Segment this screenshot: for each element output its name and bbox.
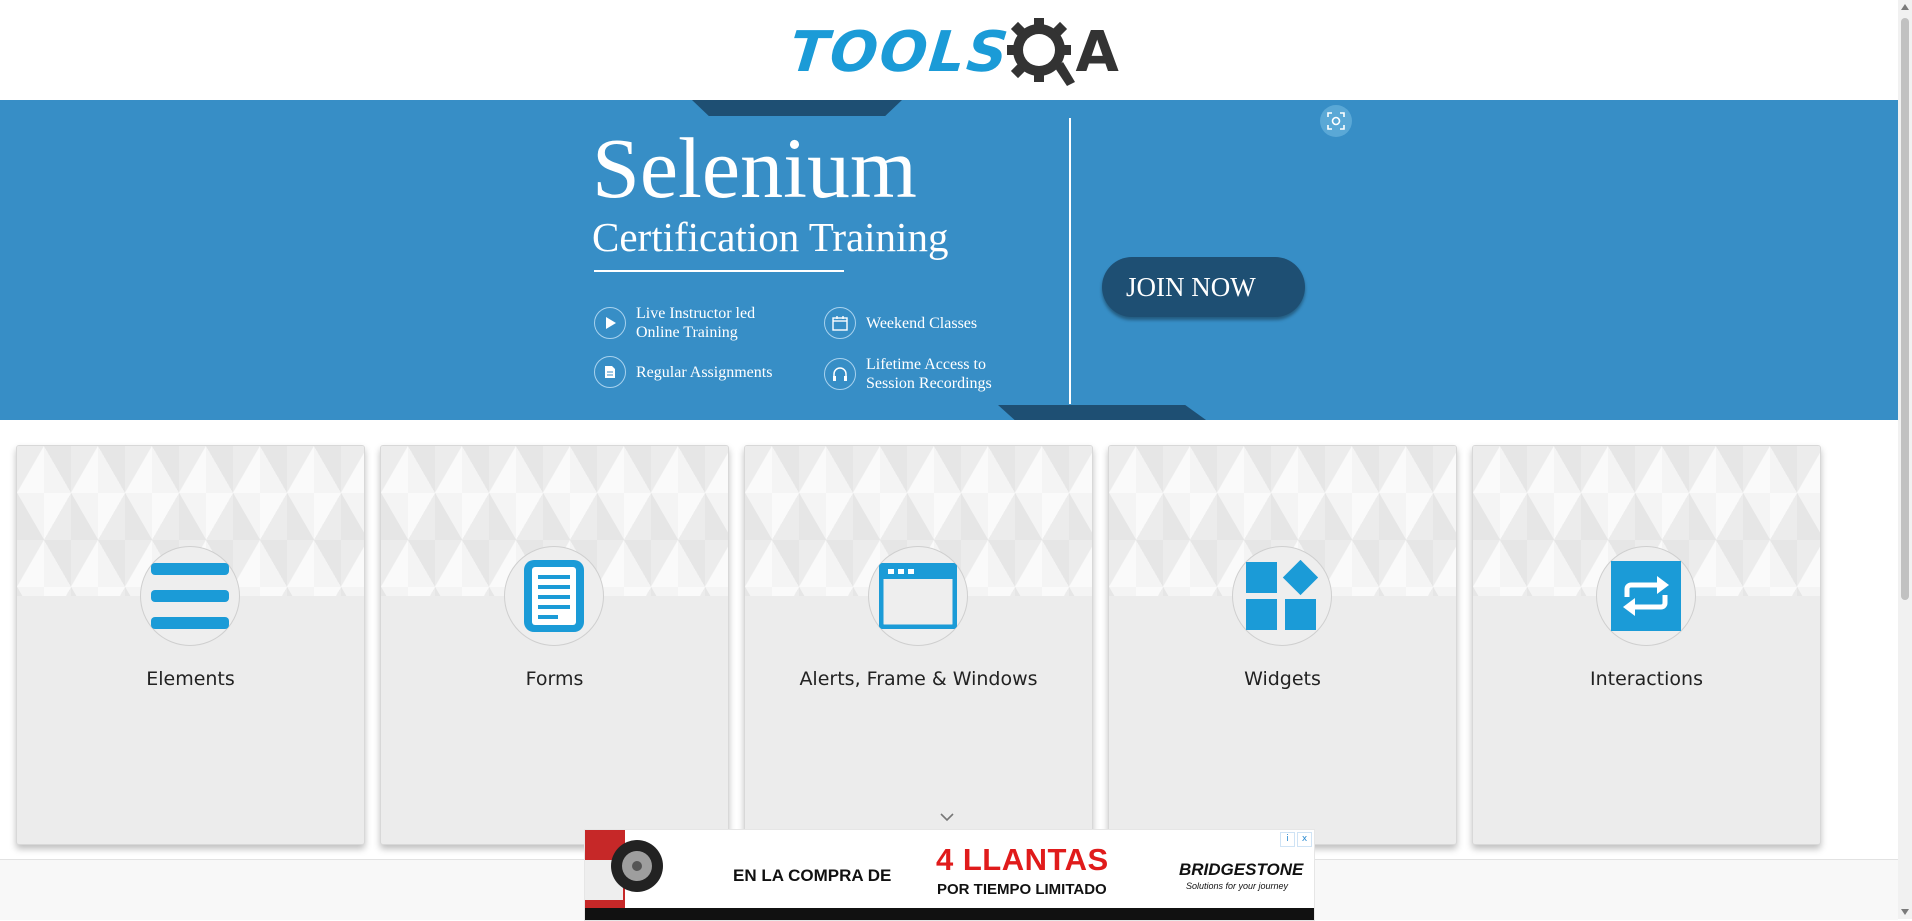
feature-live-training: Live Instructor led Online Training bbox=[594, 304, 786, 342]
scroll-thumb[interactable] bbox=[1901, 18, 1909, 600]
calendar-icon bbox=[824, 307, 856, 339]
ad-fineprint-bar bbox=[585, 908, 1314, 920]
join-now-button[interactable]: JOIN NOW bbox=[1102, 257, 1305, 317]
ad-brand-logo: BRIDGESTONE bbox=[1179, 860, 1304, 879]
feature-assignments: Regular Assignments bbox=[594, 356, 786, 388]
document-icon bbox=[594, 356, 626, 388]
ad-lead-text: EN LA COMPRA DE bbox=[733, 866, 892, 885]
ad-tagline: Solutions for your journey bbox=[1186, 881, 1289, 891]
banner-decor-stripe bbox=[998, 405, 1206, 420]
card-forms[interactable]: Forms bbox=[380, 445, 729, 845]
feature-label: Weekend Classes bbox=[866, 314, 978, 332]
feature-lifetime-access: Lifetime Access to Session Recordings bbox=[824, 355, 1016, 393]
vertical-scrollbar[interactable] bbox=[1898, 0, 1912, 919]
card-icon-circle bbox=[1596, 546, 1696, 646]
feature-label: Live Instructor led Online Training bbox=[636, 305, 756, 341]
feature-label: Lifetime Access to Session Recordings bbox=[866, 356, 992, 392]
card-icon-circle bbox=[868, 546, 968, 646]
banner-underline bbox=[594, 270, 844, 272]
ad-controls: i x bbox=[1280, 832, 1312, 847]
toolsqa-logo[interactable]: TOOLS A bbox=[786, 14, 1119, 90]
card-interactions[interactable]: Interactions bbox=[1472, 445, 1821, 845]
card-title: Widgets bbox=[1244, 668, 1321, 690]
play-icon bbox=[594, 307, 626, 339]
card-elements[interactable]: Elements bbox=[16, 445, 365, 845]
ad-subline: POR TIEMPO LIMITADO bbox=[937, 881, 1107, 898]
tire-car-image bbox=[585, 830, 663, 910]
card-title: Interactions bbox=[1590, 668, 1703, 690]
logo-text-tools: TOOLS bbox=[786, 19, 1013, 85]
ad-info-icon[interactable]: i bbox=[1280, 832, 1295, 847]
widgets-grid-icon bbox=[1246, 560, 1318, 630]
card-icon-circle bbox=[140, 546, 240, 646]
headphones-icon bbox=[824, 358, 856, 390]
card-title: Forms bbox=[525, 668, 584, 690]
browser-window-icon bbox=[879, 563, 957, 629]
card-alerts-frame-windows[interactable]: Alerts, Frame & Windows bbox=[744, 445, 1093, 845]
banner-title: Selenium bbox=[592, 120, 917, 216]
logo-gear-icon bbox=[1007, 18, 1076, 86]
arrows-exchange-icon bbox=[1611, 561, 1681, 631]
card-icon-circle bbox=[1232, 546, 1332, 646]
scroll-up-icon[interactable] bbox=[1901, 4, 1909, 10]
form-document-icon bbox=[524, 560, 584, 632]
card-title: Alerts, Frame & Windows bbox=[799, 668, 1038, 690]
card-icon-circle bbox=[504, 546, 604, 646]
card-title: Elements bbox=[146, 668, 235, 690]
screenshot-focus-icon[interactable] bbox=[1320, 105, 1352, 137]
scroll-down-icon[interactable] bbox=[1901, 909, 1909, 915]
site-header: TOOLS A bbox=[0, 0, 1898, 100]
card-widgets[interactable]: Widgets bbox=[1108, 445, 1457, 845]
advertisement-banner[interactable]: EN LA COMPRA DE 4 LLANTAS POR TIEMPO LIM… bbox=[584, 829, 1315, 921]
ad-close-icon[interactable]: x bbox=[1297, 832, 1312, 847]
logo-text-a: A bbox=[1075, 19, 1119, 85]
feature-weekend-classes: Weekend Classes bbox=[824, 307, 1016, 339]
ad-headline: 4 LLANTAS bbox=[936, 842, 1109, 877]
banner-subtitle: Certification Training bbox=[592, 214, 949, 260]
hamburger-list-icon bbox=[151, 563, 229, 629]
feature-label: Regular Assignments bbox=[636, 363, 773, 381]
banner-divider bbox=[1069, 118, 1071, 404]
banner-decor-stripe bbox=[692, 100, 902, 116]
chevron-down-icon[interactable] bbox=[939, 812, 955, 822]
